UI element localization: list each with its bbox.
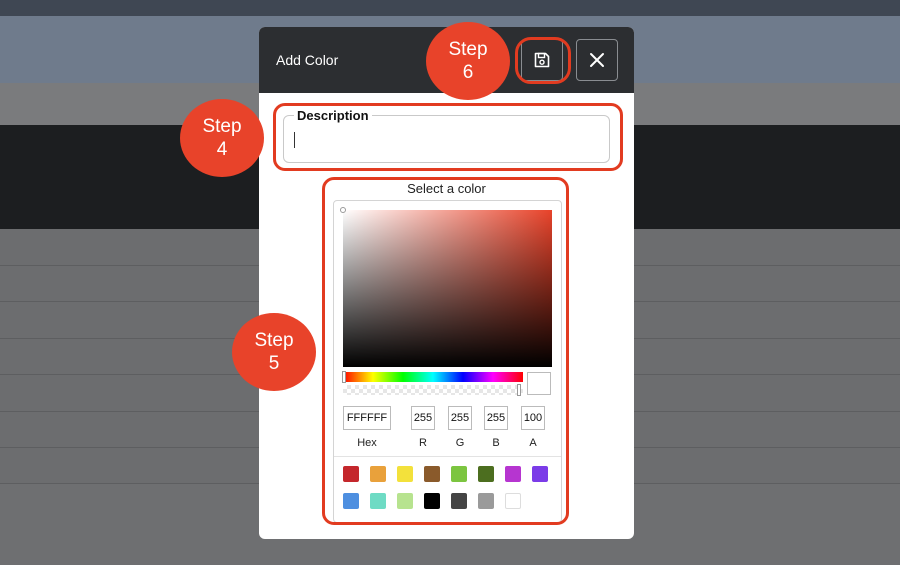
dialog-title: Add Color	[276, 52, 339, 68]
step-4-label: Step 4	[202, 116, 242, 160]
close-button[interactable]	[576, 39, 618, 81]
close-icon	[590, 53, 604, 67]
description-highlight	[273, 103, 623, 171]
app-top-bar	[0, 0, 900, 16]
step-6-label: Step 6	[448, 39, 488, 83]
save-button-highlight	[515, 37, 571, 84]
step-6-badge: Step 6	[426, 22, 510, 100]
step-5-badge: Step 5	[232, 313, 316, 391]
step-4-badge: Step 4	[180, 99, 264, 177]
color-picker-highlight	[322, 177, 569, 525]
step-5-label: Step 5	[254, 330, 294, 374]
